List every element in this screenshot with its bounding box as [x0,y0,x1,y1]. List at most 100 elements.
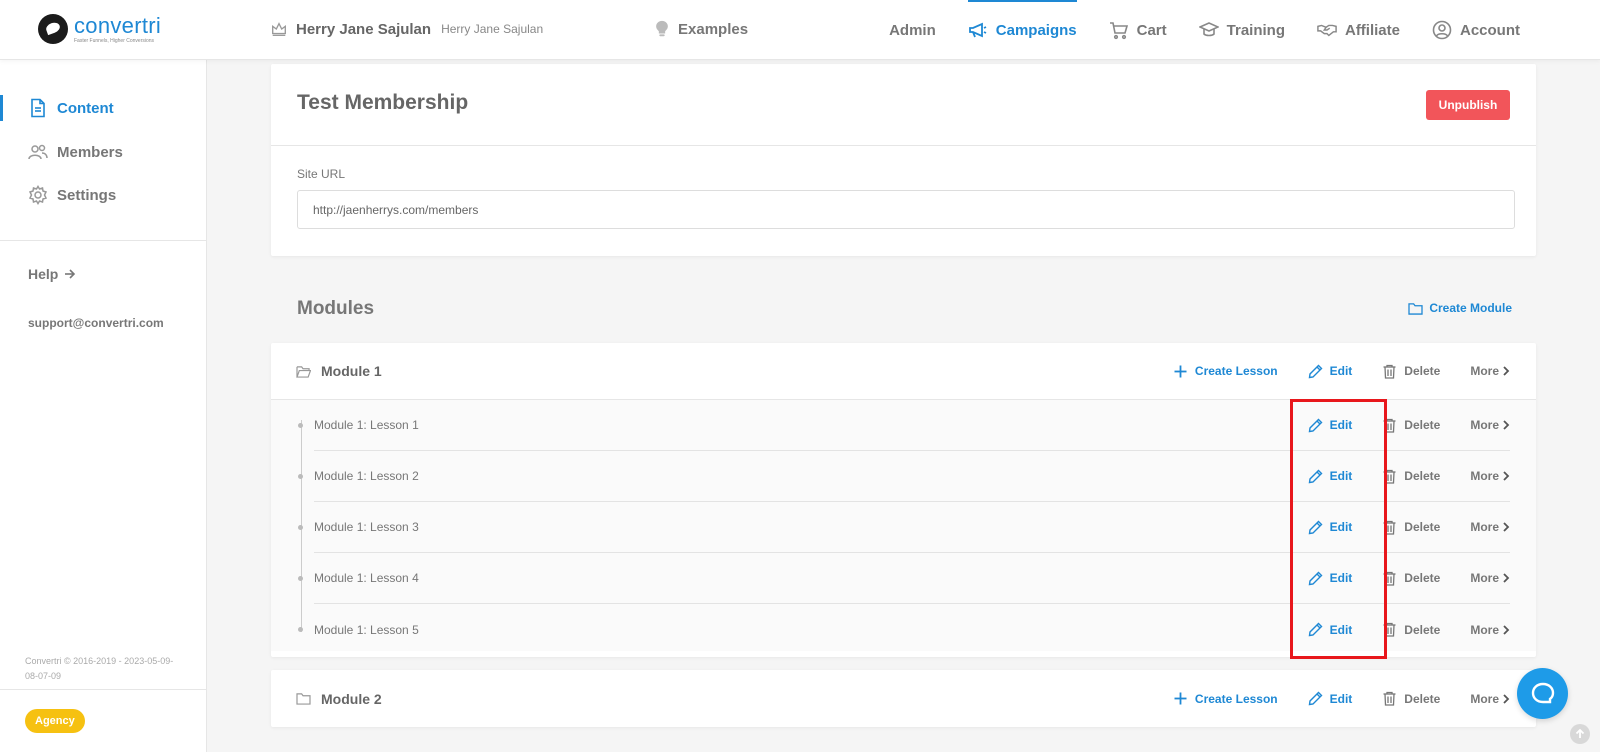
lesson-name: Module 1: Lesson 1 [314,418,419,432]
chat-bubble-icon [1531,682,1554,703]
pencil-icon [1308,469,1323,483]
nav-training[interactable]: Training [1198,0,1285,60]
more-lesson-button[interactable]: More [1470,623,1510,637]
delete-lesson-button[interactable]: Delete [1382,622,1440,637]
create-lesson-label: Create Lesson [1194,691,1278,706]
lesson-bullet [298,575,303,581]
lesson-row[interactable]: Module 1: Lesson 4 Edit Delete More [298,553,1510,604]
nav-affiliate[interactable]: Affiliate [1317,0,1400,60]
chevron-right-icon [1503,366,1510,376]
edit-label: Edit [1329,571,1353,585]
edit-lesson-button[interactable]: Edit [1308,622,1352,637]
trash-icon [1383,691,1396,706]
create-module-button[interactable]: Create Module [1408,301,1512,315]
brand-tagline: Faster Funnels, Higher Conversions [74,37,155,44]
module-header: Module 1 Create Lesson Edit Delete More [271,343,1536,399]
sidebar-item-label: Content [57,99,114,117]
examples-link[interactable]: Examples [654,20,748,38]
help-link[interactable]: Help [28,266,76,282]
delete-label: Delete [1404,469,1441,483]
chevron-right-icon [1503,624,1510,635]
plus-icon [1174,692,1187,705]
main-nav: Admin Campaigns Cart Training Affiliate … [857,0,1520,60]
delete-lesson-button[interactable]: Delete [1382,520,1440,535]
edit-label: Edit [1329,469,1353,483]
nav-admin[interactable]: Admin [889,0,936,60]
membership-card: Test Membership Unpublish Site URL [271,64,1536,256]
lightbulb-icon [656,20,668,37]
lesson-row[interactable]: Module 1: Lesson 3 Edit Delete More [298,502,1510,553]
unpublish-button[interactable]: Unpublish [1426,90,1510,120]
module-name: Module 1 [321,363,382,379]
edit-label: Edit [1329,364,1353,378]
convertri-logo[interactable]: convertri Faster Funnels, Higher Convers… [38,14,161,44]
lesson-name: Module 1: Lesson 3 [314,520,419,534]
delete-module-button[interactable]: Delete [1382,691,1440,706]
module-card: Module 2 Create Lesson Edit Delete More [271,670,1536,727]
nav-account[interactable]: Account [1432,0,1520,60]
chat-button[interactable] [1517,668,1568,719]
sidebar-item-members[interactable]: Members [0,137,206,167]
chevron-right-icon [1503,420,1510,430]
create-lesson-label: Create Lesson [1194,364,1278,378]
chevron-right-icon [1503,573,1510,583]
edit-lesson-button[interactable]: Edit [1308,571,1353,586]
support-email[interactable]: support@convertri.com [28,316,164,330]
modules-title: Modules [297,298,375,319]
lesson-bullet [298,524,303,530]
copyright-text: Convertri © 2016-2019 - 2023-05-09-08-07… [25,656,174,681]
edit-label: Edit [1329,418,1353,432]
user-info[interactable]: Herry Jane Sajulan Herry Jane Sajulan [270,20,543,38]
chevron-right-icon [1503,471,1510,481]
lesson-bullet [298,422,303,428]
sidebar-divider [0,240,206,241]
edit-lesson-button[interactable]: Edit [1308,418,1353,433]
lesson-list: Module 1: Lesson 1 Edit Delete More Modu… [271,399,1536,651]
more-lesson-button[interactable]: More [1470,418,1510,432]
handshake-icon [1317,24,1337,37]
sidebar-item-content[interactable]: Content [0,93,206,123]
crown-icon [272,22,286,36]
create-lesson-button[interactable]: Create Lesson [1173,691,1278,706]
lesson-actions: Edit Delete More [1278,466,1510,486]
delete-module-button[interactable]: Delete [1382,364,1440,379]
more-label: More [1470,691,1499,706]
lesson-row[interactable]: Module 1: Lesson 1 Edit Delete More [298,400,1510,451]
trash-icon [1383,364,1396,379]
scroll-top-button[interactable] [1570,724,1590,744]
sidebar-item-settings[interactable]: Settings [0,180,206,210]
arrow-up-icon [1575,729,1585,738]
edit-module-button[interactable]: Edit [1308,691,1352,706]
more-lesson-button[interactable]: More [1470,520,1510,534]
lesson-row[interactable]: Module 1: Lesson 2 Edit Delete More [298,451,1510,502]
create-module-label: Create Module [1429,301,1512,315]
gear-icon [28,185,48,205]
more-lesson-button[interactable]: More [1470,571,1510,585]
module-actions: Create Lesson Edit Delete More [1143,689,1510,709]
nav-cart[interactable]: Cart [1109,0,1167,60]
edit-lesson-button[interactable]: Edit [1308,520,1352,535]
page-title: Test Membership [297,91,469,114]
edit-lesson-button[interactable]: Edit [1308,469,1353,484]
delete-label: Delete [1404,520,1441,534]
delete-lesson-button[interactable]: Delete [1382,469,1440,484]
more-lesson-button[interactable]: More [1470,469,1510,483]
site-url-input[interactable] [297,190,1515,229]
lesson-row[interactable]: Module 1: Lesson 5 Edit Delete More [298,604,1510,655]
delete-label: Delete [1404,691,1441,706]
lesson-bullet [298,627,303,632]
trash-icon [1383,469,1396,484]
more-label: More [1470,418,1499,432]
create-lesson-button[interactable]: Create Lesson [1173,364,1278,379]
more-module-button[interactable]: More [1470,692,1510,706]
delete-lesson-button[interactable]: Delete [1382,571,1440,586]
top-bar: convertri Faster Funnels, Higher Convers… [0,0,1600,60]
lesson-name: Module 1: Lesson 5 [314,622,419,637]
lesson-bullet [298,473,303,479]
trash-icon [1383,520,1396,535]
folder-icon [1408,302,1423,315]
more-module-button[interactable]: More [1470,364,1510,378]
nav-campaigns[interactable]: Campaigns [967,0,1077,60]
delete-lesson-button[interactable]: Delete [1382,418,1440,433]
edit-module-button[interactable]: Edit [1308,364,1353,379]
